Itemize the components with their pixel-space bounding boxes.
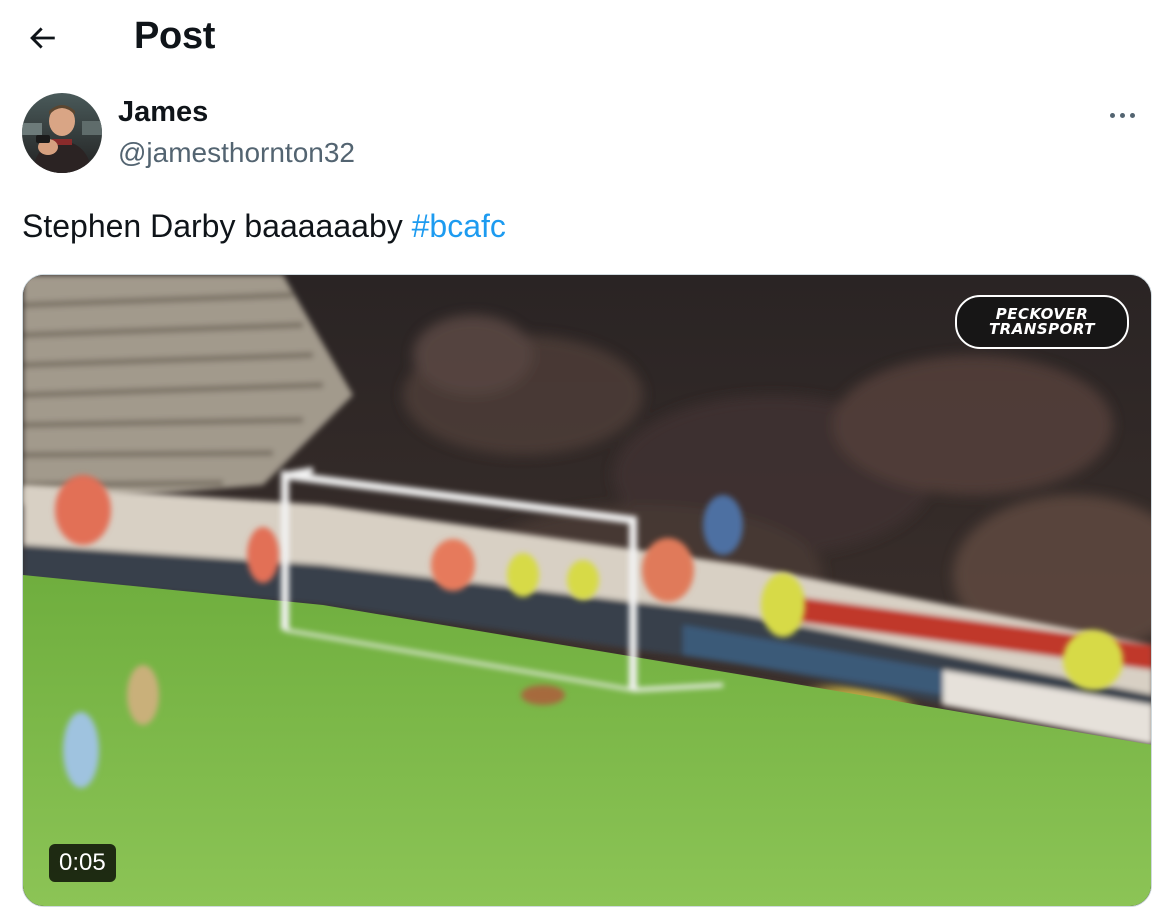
video-frame — [23, 275, 1151, 906]
post-text: Stephen Darby baaaaaaby #bcafc — [22, 204, 506, 248]
page-title: Post — [134, 15, 216, 57]
back-button[interactable] — [20, 16, 64, 60]
arrow-left-icon — [30, 27, 55, 49]
more-horizontal-icon — [1119, 112, 1125, 118]
video-player[interactable]: PECKOVER TRANSPORT 0:05 — [22, 274, 1152, 907]
avatar-image — [22, 93, 102, 173]
more-horizontal-icon — [1129, 112, 1135, 118]
post-text-body: Stephen Darby baaaaaaby — [22, 208, 412, 244]
user-handle[interactable]: @jamesthornton32 — [118, 134, 355, 172]
post-author: James @jamesthornton32 — [22, 93, 1142, 175]
sponsor-logo-line2: TRANSPORT — [988, 320, 1096, 338]
more-horizontal-icon — [1109, 112, 1115, 118]
display-name[interactable]: James — [118, 93, 208, 131]
post-header: Post — [0, 0, 1163, 72]
avatar[interactable] — [22, 93, 102, 173]
post-page: Post James @jamesthornton32 Stephen Darb… — [0, 0, 1163, 911]
hashtag-link[interactable]: #bcafc — [412, 208, 506, 244]
video-duration-badge: 0:05 — [49, 844, 116, 882]
sponsor-logo: PECKOVER TRANSPORT — [955, 295, 1129, 349]
more-options-button[interactable] — [1102, 97, 1142, 133]
